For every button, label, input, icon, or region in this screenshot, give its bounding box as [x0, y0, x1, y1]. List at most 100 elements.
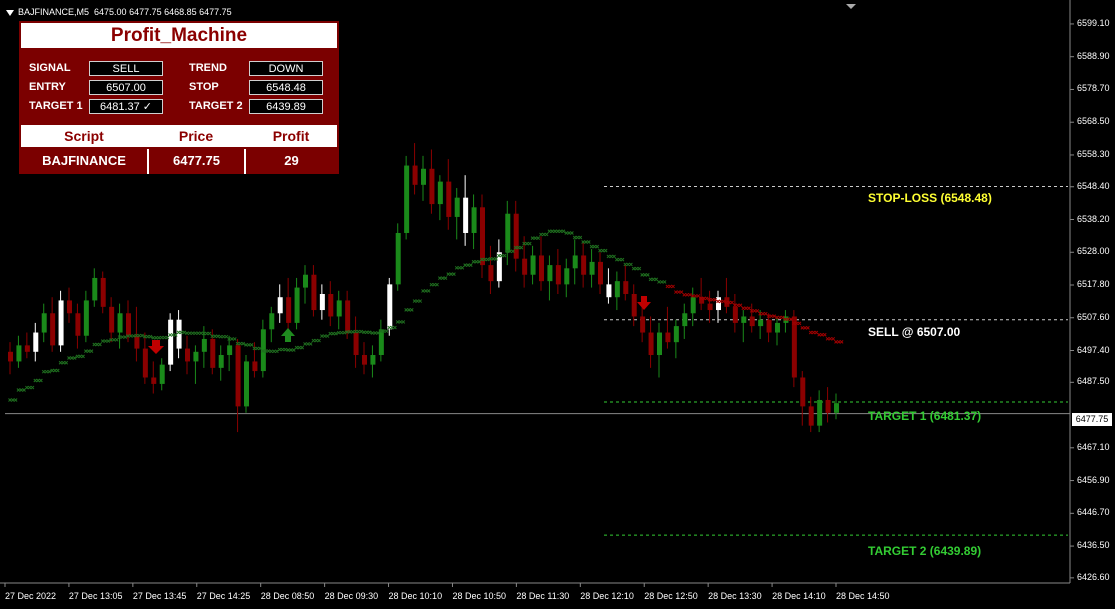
ma-marker: [283, 347, 288, 352]
ma-marker: [322, 334, 327, 338]
candle-body: [539, 255, 544, 282]
ma-marker: [457, 265, 462, 270]
chart-area[interactable]: BAJFINANCE,M5 6475.00 6477.75 6468.85 64…: [0, 0, 1115, 609]
candle-body: [614, 281, 620, 298]
time-tick-label: 28 Dec 10:10: [388, 591, 443, 601]
ma-marker: [761, 311, 765, 316]
table-header: Script Price Profit: [21, 125, 337, 147]
candle-body: [598, 261, 603, 285]
ma-marker: [446, 272, 451, 276]
ma-marker: [230, 337, 234, 341]
ma-marker: [55, 368, 60, 373]
symbol-label: BAJFINANCE,M5: [18, 7, 90, 17]
candle-body: [480, 207, 485, 266]
candle-body: [227, 345, 233, 356]
candle-body: [673, 326, 679, 343]
candle-body: [185, 348, 190, 362]
ma-marker: [556, 229, 560, 234]
ma-marker: [44, 369, 49, 374]
price-tick-label: 6548.40: [1077, 180, 1110, 191]
candle-body: [395, 232, 401, 285]
ma-marker: [693, 294, 698, 298]
candle-body: [159, 364, 165, 384]
stop-value: 6548.48: [249, 80, 323, 95]
ma-marker: [541, 232, 546, 237]
ma-marker: [320, 334, 324, 338]
ma-marker: [502, 253, 507, 258]
ma-marker: [612, 254, 616, 259]
row-profit: 29: [284, 153, 299, 168]
ma-marker: [822, 332, 827, 337]
ma-marker: [460, 265, 465, 270]
ma-marker: [33, 378, 38, 383]
ma-marker: [81, 354, 85, 359]
ma-marker: [367, 330, 372, 335]
ma-marker: [103, 339, 108, 343]
ma-marker: [645, 273, 650, 277]
ma-marker: [772, 314, 777, 319]
dropdown-triangle-icon[interactable]: [6, 9, 14, 16]
ma-marker: [454, 265, 459, 270]
ma-marker: [336, 330, 341, 335]
candle-body: [404, 165, 410, 233]
candle-body: [581, 255, 587, 275]
ma-marker: [246, 343, 251, 347]
candle-body: [454, 197, 460, 217]
ma-marker: [747, 306, 751, 311]
ma-marker: [763, 311, 768, 316]
ma-marker: [13, 398, 18, 402]
price-tick-label: 6538.20: [1077, 213, 1110, 224]
ma-marker: [584, 240, 588, 244]
ma-marker: [207, 331, 212, 336]
ma-marker: [527, 241, 532, 246]
ma-marker: [69, 356, 74, 360]
ma-marker: [561, 229, 566, 234]
candle-body: [109, 306, 115, 333]
ma-marker: [491, 256, 496, 261]
ma-marker: [384, 329, 389, 333]
ma-marker: [218, 334, 223, 339]
ma-marker: [249, 343, 254, 347]
sell-arrow-icon: [148, 340, 164, 354]
candle-body: [193, 351, 199, 362]
ma-marker: [275, 349, 279, 354]
candle-body: [277, 297, 283, 314]
candle-body: [488, 265, 494, 282]
price-tick-label: 6467.10: [1077, 441, 1110, 452]
ma-marker: [651, 277, 656, 282]
ma-marker: [662, 280, 667, 284]
symbol-header: BAJFINANCE,M5 6475.00 6477.75 6468.85 64…: [6, 7, 232, 17]
ma-marker: [78, 354, 83, 359]
ma-marker: [157, 335, 161, 340]
price-tick-label: 6436.50: [1077, 540, 1110, 551]
time-tick-label: 27 Dec 13:45: [132, 591, 187, 601]
ma-marker: [114, 337, 119, 342]
ma-marker: [221, 334, 226, 339]
ma-marker: [193, 331, 198, 336]
candle-body: [92, 277, 98, 301]
ma-marker: [395, 320, 400, 324]
candle-body: [741, 316, 747, 323]
ma-marker: [679, 290, 684, 294]
ma-marker: [463, 263, 467, 267]
candle-body: [471, 207, 477, 233]
ma-marker: [836, 339, 841, 344]
ma-marker: [536, 236, 541, 240]
ma-marker: [75, 354, 80, 359]
ma-marker: [98, 342, 102, 347]
ma-marker: [586, 240, 591, 244]
ma-marker: [659, 280, 664, 284]
ma-marker: [370, 331, 375, 335]
time-tick-label: 28 Dec 08:50: [260, 591, 315, 601]
ma-marker: [53, 368, 57, 373]
ma-marker: [452, 272, 456, 276]
stop-label: STOP: [189, 81, 219, 93]
ma-marker: [769, 314, 774, 319]
ma-marker: [16, 388, 21, 392]
ma-marker: [291, 348, 296, 352]
candle-body: [328, 294, 334, 317]
candle-body: [429, 168, 435, 205]
ma-marker: [553, 229, 557, 234]
candle-body: [8, 351, 13, 362]
row-price: 6477.75: [173, 153, 220, 168]
